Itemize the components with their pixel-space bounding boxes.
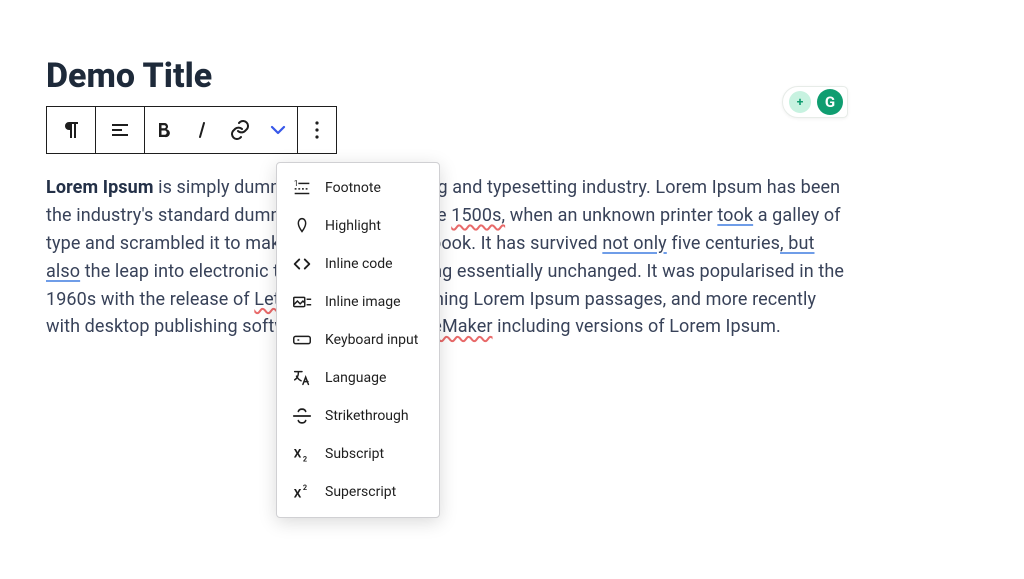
dropdown-item-inline-image[interactable]: Inline image	[277, 283, 439, 321]
more-rich-text-dropdown: 1 Footnote Highlight Inline code Inline …	[276, 162, 440, 518]
block-toolbar	[46, 106, 337, 154]
bold-button[interactable]	[145, 107, 183, 153]
plus-icon: +	[789, 91, 811, 113]
bold-icon	[152, 118, 176, 142]
dropdown-item-language[interactable]: Language	[277, 359, 439, 397]
link-button[interactable]	[221, 107, 259, 153]
highlight-icon	[291, 215, 313, 237]
dropdown-item-keyboard-input[interactable]: Keyboard input	[277, 321, 439, 359]
options-button[interactable]	[298, 107, 336, 153]
svg-text:X: X	[294, 447, 302, 461]
dropdown-item-superscript[interactable]: X2 Superscript	[277, 473, 439, 511]
inline-code-icon	[291, 253, 313, 275]
svg-text:2: 2	[303, 483, 307, 492]
paragraph-block[interactable]: Lorem Ipsum is simply dummy text of the …	[46, 174, 846, 341]
dropdown-item-inline-code[interactable]: Inline code	[277, 245, 439, 283]
subscript-icon: X2	[291, 443, 313, 465]
strikethrough-icon	[291, 405, 313, 427]
paragraph-block-button[interactable]	[47, 107, 95, 153]
grammarly-g-icon: G	[817, 89, 843, 115]
italic-button[interactable]	[183, 107, 221, 153]
grammar-blue: not only	[602, 233, 666, 254]
svg-text:2: 2	[303, 454, 307, 463]
svg-text:X: X	[294, 487, 302, 501]
grammar-blue: took	[717, 205, 753, 226]
bold-text: Lorem Ipsum	[46, 177, 154, 198]
dropdown-item-label: Inline image	[325, 294, 401, 310]
dropdown-item-label: Strikethrough	[325, 408, 409, 424]
dropdown-item-strikethrough[interactable]: Strikethrough	[277, 397, 439, 435]
dropdown-item-label: Highlight	[325, 218, 381, 234]
dropdown-item-label: Keyboard input	[325, 332, 418, 348]
dropdown-item-label: Language	[325, 370, 386, 386]
dropdown-item-footnote[interactable]: 1 Footnote	[277, 169, 439, 207]
align-button[interactable]	[96, 107, 144, 153]
align-left-icon	[108, 118, 132, 142]
superscript-icon: X2	[291, 481, 313, 503]
chevron-down-icon	[266, 118, 290, 142]
paragraph-icon	[59, 118, 83, 142]
svg-text:1: 1	[294, 179, 299, 189]
more-rich-text-button[interactable]	[259, 107, 297, 153]
inline-image-icon	[291, 291, 313, 313]
grammarly-badge[interactable]: + G	[782, 86, 848, 118]
footnote-icon: 1	[291, 177, 313, 199]
spellcheck-red: 1500s,	[451, 205, 505, 226]
dropdown-item-label: Subscript	[325, 446, 384, 462]
more-vertical-icon	[305, 118, 329, 142]
link-icon	[228, 118, 252, 142]
dropdown-item-label: Superscript	[325, 484, 396, 500]
dropdown-item-label: Inline code	[325, 256, 393, 272]
dropdown-item-subscript[interactable]: X2 Subscript	[277, 435, 439, 473]
italic-icon	[190, 118, 214, 142]
dropdown-item-highlight[interactable]: Highlight	[277, 207, 439, 245]
dropdown-item-label: Footnote	[325, 180, 381, 196]
keyboard-input-icon	[291, 329, 313, 351]
language-icon	[291, 367, 313, 389]
